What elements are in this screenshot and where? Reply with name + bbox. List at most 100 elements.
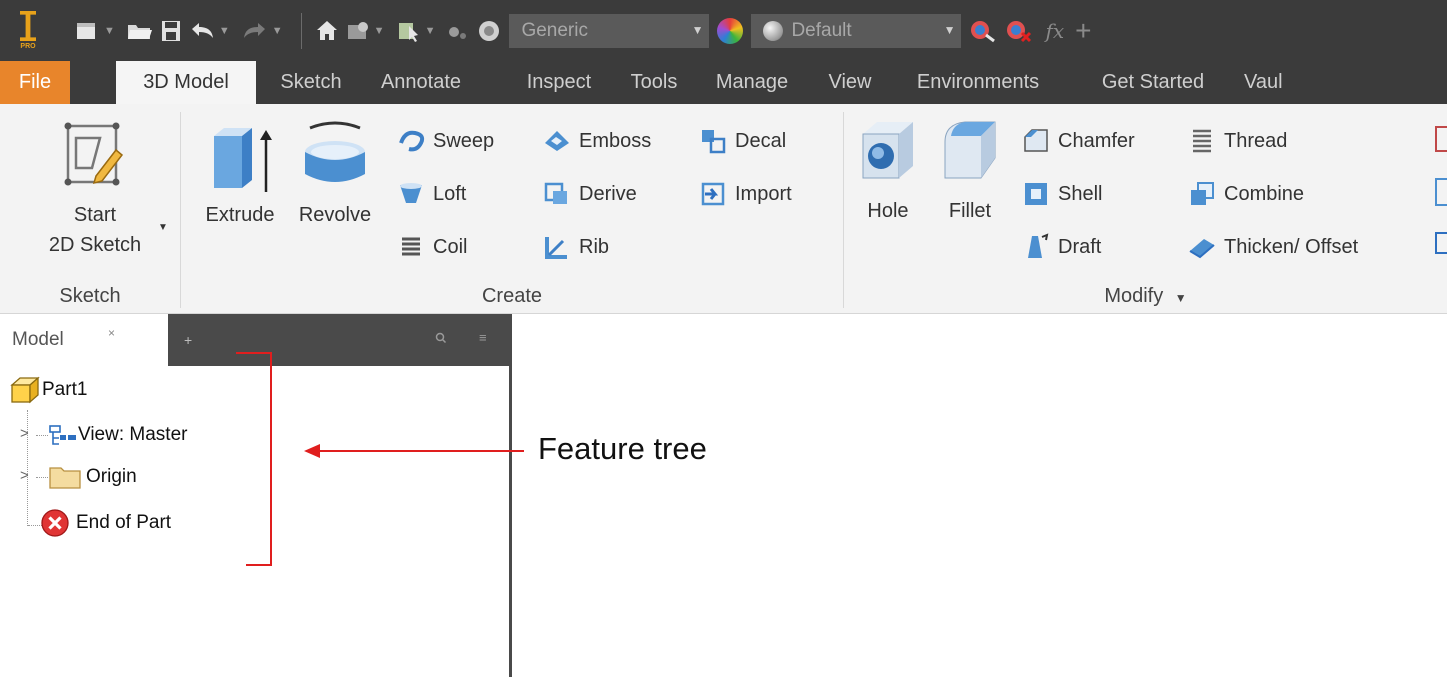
- thread-button[interactable]: Thread: [1188, 124, 1287, 158]
- chamfer-button[interactable]: Chamfer: [1022, 124, 1135, 158]
- tab-sketch[interactable]: Sketch: [262, 61, 360, 104]
- create-panel-title: Create: [481, 285, 543, 307]
- combine-button[interactable]: Combine: [1188, 177, 1304, 211]
- new-file-icon[interactable]: [75, 14, 101, 48]
- update-icon[interactable]: [345, 14, 371, 48]
- revolve-button[interactable]: Revolve: [287, 114, 383, 230]
- hole-icon: [862, 122, 913, 179]
- new-dropdown-arrow[interactable]: ▼: [104, 25, 115, 37]
- redo-dropdown-arrow[interactable]: ▼: [272, 25, 283, 37]
- fillet-icon: [944, 121, 996, 179]
- derive-button[interactable]: Derive: [543, 177, 637, 211]
- select-dropdown-arrow[interactable]: ▼: [425, 25, 436, 37]
- loft-icon: [400, 183, 422, 203]
- save-icon[interactable]: [160, 14, 182, 48]
- tab-file[interactable]: File: [0, 61, 70, 104]
- derive-icon: [544, 182, 567, 204]
- undo-dropdown-arrow[interactable]: ▼: [219, 25, 230, 37]
- annotation-bracket: [246, 564, 272, 566]
- add-browser-icon[interactable]: +: [184, 332, 192, 348]
- appearance-sphere-icon: [763, 20, 784, 41]
- chevron-right-icon[interactable]: >: [20, 425, 29, 442]
- extrude-label: Extrude: [205, 204, 275, 226]
- tree-node-origin[interactable]: Origin: [48, 460, 137, 494]
- home-icon[interactable]: [315, 14, 339, 48]
- draft-icon: [1028, 233, 1049, 258]
- modify-panel-title-label: Modify: [1104, 285, 1164, 307]
- tab-vault[interactable]: Vaul: [1234, 61, 1294, 104]
- material-select[interactable]: Generic ▼: [509, 13, 710, 48]
- menu-icon[interactable]: ≡: [479, 330, 487, 345]
- tab-tools[interactable]: Tools: [614, 61, 694, 104]
- parameters-fx-icon[interactable]: fx: [1045, 19, 1064, 43]
- browser-divider[interactable]: [509, 314, 512, 677]
- inventor-logo-icon[interactable]: PRO: [6, 8, 50, 54]
- fillet-button[interactable]: Fillet: [930, 116, 1010, 226]
- adjust-appearance-icon[interactable]: [968, 14, 998, 48]
- update-dropdown-arrow[interactable]: ▼: [374, 25, 385, 37]
- browser-toolbar: + ≡: [168, 314, 510, 366]
- tab-get-started[interactable]: Get Started: [1078, 61, 1228, 104]
- rib-button[interactable]: Rib: [543, 230, 609, 264]
- split-icon[interactable]: [1435, 126, 1447, 152]
- shell-button[interactable]: Shell: [1022, 177, 1102, 211]
- chevron-down-icon: ▼: [691, 22, 704, 37]
- tree-node-end-of-part[interactable]: End of Part: [40, 506, 171, 540]
- undo-icon[interactable]: [188, 14, 216, 48]
- select-mode-icon[interactable]: [396, 14, 422, 48]
- thicken-offset-button[interactable]: Thicken/ Offset: [1188, 230, 1358, 264]
- close-icon[interactable]: ×: [108, 326, 115, 340]
- tab-annotate[interactable]: Annotate: [362, 61, 480, 104]
- revolve-label: Revolve: [298, 204, 372, 226]
- thicken-offset-label: Thicken/ Offset: [1224, 235, 1359, 258]
- chamfer-icon: [1024, 129, 1048, 152]
- loft-button[interactable]: Loft: [397, 177, 466, 211]
- create-panel: Extrude Revolve Sweep Loft Coil Emboss D…: [181, 104, 843, 314]
- tab-manage[interactable]: Manage: [700, 61, 804, 104]
- shell-label: Shell: [1058, 182, 1103, 205]
- start-2d-sketch-button[interactable]: Start 2D Sketch: [42, 116, 148, 260]
- modify-panel-title[interactable]: Modify ▼: [844, 285, 1447, 308]
- tab-inspect[interactable]: Inspect: [508, 61, 610, 104]
- shading-icon[interactable]: [446, 14, 470, 48]
- tab-environments[interactable]: Environments: [896, 61, 1060, 104]
- tab-3d-model[interactable]: 3D Model: [116, 61, 256, 104]
- delete-face-icon[interactable]: [1435, 178, 1447, 206]
- thicken-offset-icon: [1189, 239, 1215, 259]
- open-folder-icon[interactable]: [126, 14, 154, 48]
- search-icon[interactable]: [435, 332, 447, 347]
- clear-appearance-icon[interactable]: [1004, 14, 1034, 48]
- hole-button[interactable]: Hole: [850, 116, 926, 226]
- sweep-button[interactable]: Sweep: [397, 124, 494, 158]
- tree-node-part1[interactable]: Part1: [10, 373, 87, 407]
- start-2d-sketch-label-line2: 2D Sketch: [48, 234, 142, 256]
- chevron-right-icon[interactable]: >: [20, 467, 29, 484]
- tree-node-view-master[interactable]: View: Master: [48, 418, 187, 452]
- draft-button[interactable]: Draft: [1022, 230, 1101, 264]
- thread-label: Thread: [1224, 129, 1288, 152]
- adjust-icon[interactable]: [476, 14, 502, 48]
- decal-icon: [702, 130, 726, 154]
- import-icon: [701, 182, 725, 206]
- chamfer-label: Chamfer: [1058, 129, 1135, 152]
- redo-icon[interactable]: [241, 14, 269, 48]
- coil-button[interactable]: Coil: [397, 230, 467, 264]
- extrude-button[interactable]: Extrude: [193, 114, 287, 230]
- move-face-icon[interactable]: [1435, 232, 1447, 254]
- start-sketch-dropdown-arrow[interactable]: ▼: [158, 222, 168, 233]
- tab-view[interactable]: View: [812, 61, 888, 104]
- appearance-color-wheel-icon[interactable]: [717, 17, 744, 44]
- import-button[interactable]: Import: [699, 177, 792, 211]
- annotation-label: Feature tree: [538, 431, 707, 466]
- annotation-bracket: [270, 352, 272, 566]
- tab-model[interactable]: Model ×: [0, 314, 168, 366]
- emboss-button[interactable]: Emboss: [543, 124, 651, 158]
- import-label: Import: [735, 182, 792, 205]
- appearance-select[interactable]: Default ▼: [751, 13, 962, 48]
- sketch-panel-title: Sketch: [59, 285, 121, 307]
- rib-icon: [545, 237, 567, 259]
- decal-button[interactable]: Decal: [699, 124, 786, 158]
- tree-connector: [36, 435, 48, 436]
- view-rep-icon: [49, 425, 76, 445]
- add-icon[interactable]: +: [1075, 14, 1091, 48]
